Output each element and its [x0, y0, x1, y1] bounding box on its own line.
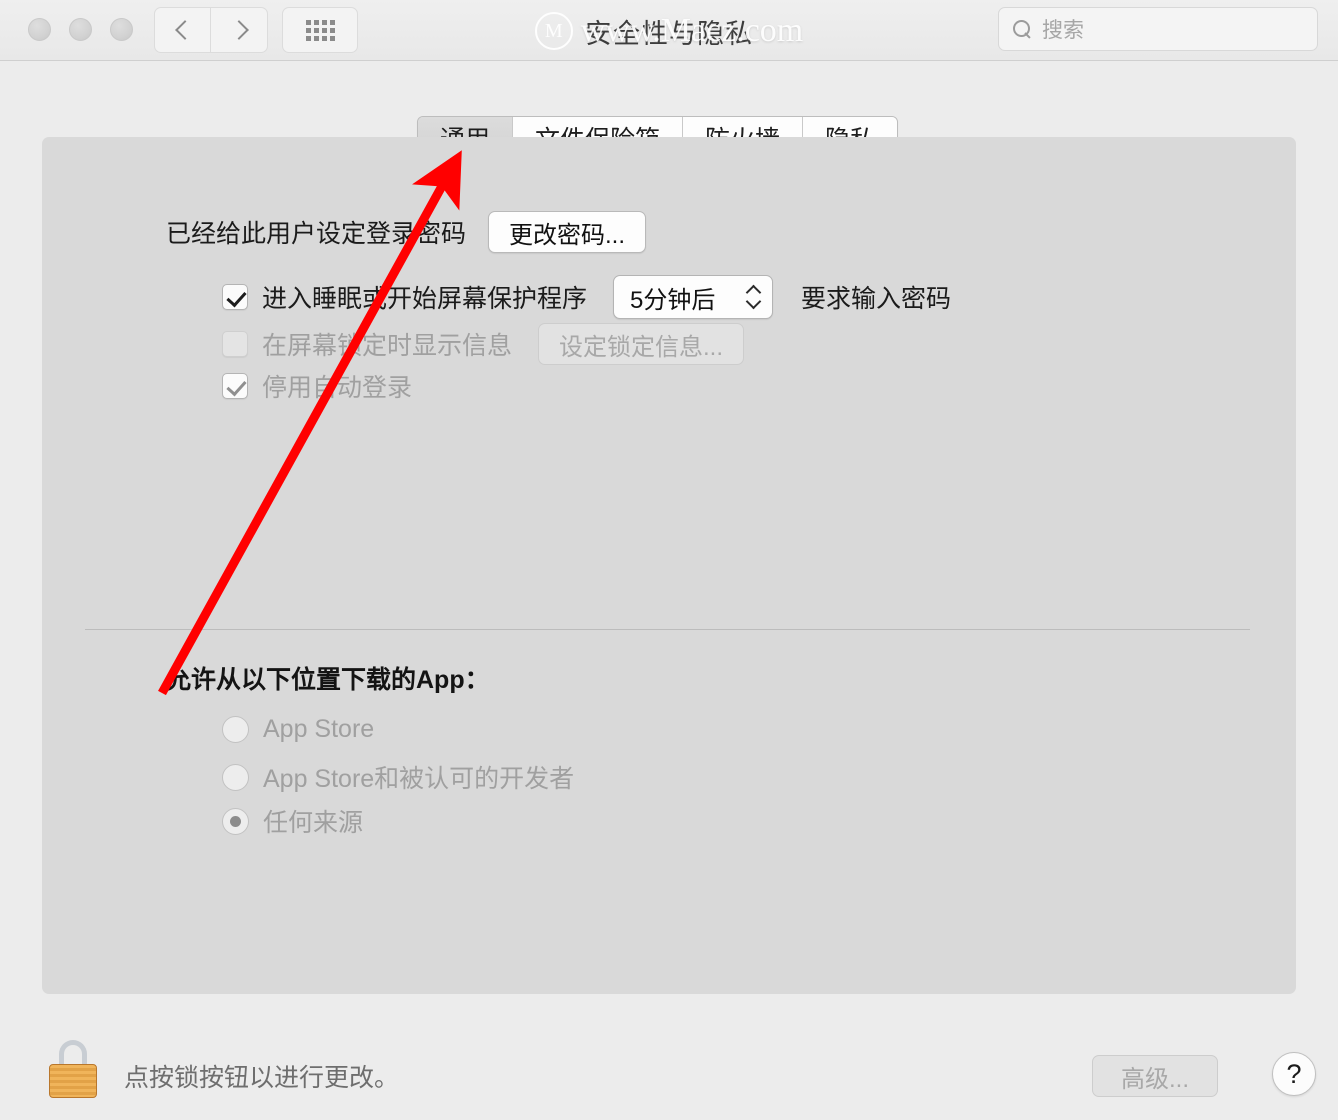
search-icon	[1013, 19, 1032, 39]
section-divider	[85, 629, 1250, 630]
disable-auto-login-label: 停用自动登录	[262, 374, 413, 402]
search-placeholder: 搜索	[1042, 19, 1084, 42]
lock-closed-icon[interactable]	[48, 1040, 98, 1098]
set-lock-message-button[interactable]: 设定锁定信息...	[538, 323, 745, 365]
lock-body	[49, 1064, 97, 1098]
download-option-appstore-identified[interactable]: App Store和被认可的开发者	[222, 759, 574, 795]
download-option-label: App Store	[263, 715, 375, 743]
download-option-appstore[interactable]: App Store	[222, 715, 374, 744]
download-option-anywhere[interactable]: 任何来源	[222, 803, 363, 839]
require-password-checkbox[interactable]	[222, 284, 248, 310]
radio-anywhere-icon[interactable]	[222, 807, 249, 835]
show-lock-message-checkbox[interactable]	[222, 331, 248, 357]
download-section-title: 允许从以下位置下载的App：	[166, 666, 490, 694]
show-lock-message-row: 在屏幕锁定时显示信息 设定锁定信息...	[222, 323, 745, 365]
require-password-delay-popup[interactable]: 5分钟后	[613, 275, 774, 319]
lock-message: 点按锁按钮以进行更改。	[124, 1064, 400, 1092]
download-option-label: App Store和被认可的开发者	[263, 765, 575, 793]
disable-auto-login-checkbox[interactable]	[222, 373, 248, 399]
login-password-row: 已经给此用户设定登录密码 更改密码...	[166, 211, 647, 253]
require-password-suffix: 要求输入密码	[801, 285, 952, 313]
require-password-delay-value: 5分钟后	[630, 286, 716, 314]
disable-auto-login-row: 停用自动登录	[222, 368, 412, 404]
password-status-label: 已经给此用户设定登录密码	[166, 220, 467, 248]
radio-appstore-icon[interactable]	[222, 716, 249, 743]
help-button[interactable]: ?	[1272, 1052, 1316, 1096]
show-lock-message-label: 在屏幕锁定时显示信息	[262, 332, 513, 360]
change-password-button[interactable]: 更改密码...	[488, 211, 647, 253]
search-field[interactable]: 搜索	[998, 7, 1318, 51]
require-password-row: 进入睡眠或开始屏幕保护程序 5分钟后 要求输入密码	[222, 275, 951, 319]
radio-appstore-identified-icon[interactable]	[222, 763, 249, 791]
advanced-button[interactable]: 高级...	[1092, 1055, 1218, 1097]
download-option-label: 任何来源	[263, 809, 364, 837]
general-pane: 已经给此用户设定登录密码 更改密码... 进入睡眠或开始屏幕保护程序 5分钟后 …	[42, 137, 1296, 994]
updown-chevron-icon	[746, 284, 762, 310]
window-titlebar: 安全性与隐私 M www.Macz.com 搜索	[0, 0, 1338, 61]
system-preferences-window: 安全性与隐私 M www.Macz.com 搜索 通用 文件保险箱 防火墙 隐私…	[0, 0, 1338, 1120]
require-password-label: 进入睡眠或开始屏幕保护程序	[262, 285, 588, 313]
